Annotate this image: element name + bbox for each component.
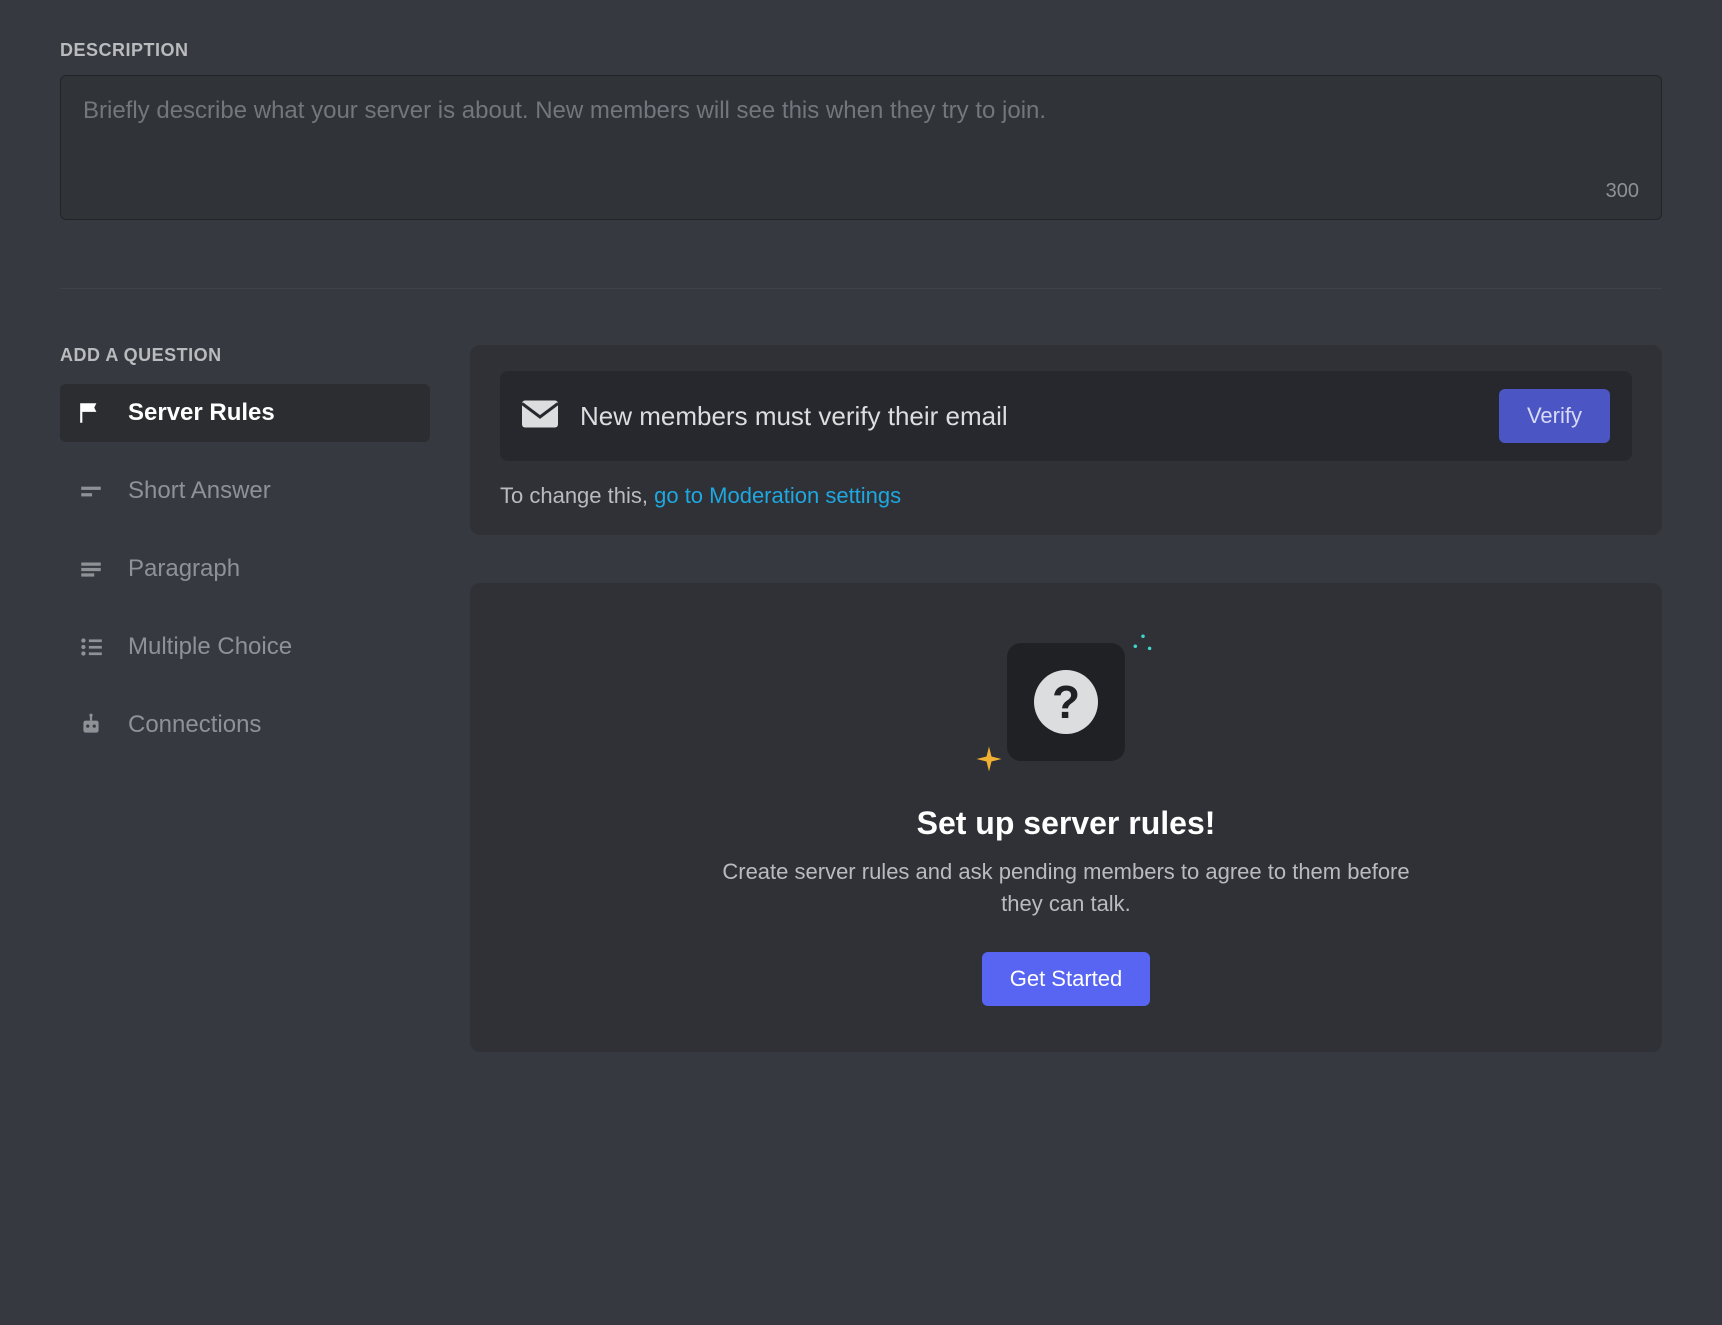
- rules-title: Set up server rules!: [510, 805, 1622, 842]
- description-box: 300: [60, 75, 1662, 220]
- question-type-label: Short Answer: [128, 477, 271, 505]
- mail-icon: [522, 400, 558, 433]
- question-type-label: Connections: [128, 711, 261, 739]
- verify-button[interactable]: Verify: [1499, 389, 1610, 443]
- question-type-connections[interactable]: Connections: [60, 696, 430, 754]
- server-rules-card: ? Set up server rules! Create server rul…: [470, 583, 1662, 1052]
- question-mark-icon: ?: [1007, 643, 1125, 761]
- description-label: Description: [60, 40, 1662, 61]
- paragraph-icon: [76, 554, 106, 584]
- robot-icon: [76, 710, 106, 740]
- description-input[interactable]: [83, 94, 1639, 164]
- question-type-paragraph[interactable]: Paragraph: [60, 540, 430, 598]
- verify-email-card: New members must verify their email Veri…: [470, 345, 1662, 535]
- question-type-label: Multiple Choice: [128, 633, 292, 661]
- description-char-count: 300: [1606, 180, 1639, 203]
- short-text-icon: [76, 476, 106, 506]
- add-question-label: Add a Question: [60, 345, 430, 366]
- multiple-choice-icon: [76, 632, 106, 662]
- verify-hint-prefix: To change this,: [500, 483, 654, 508]
- verify-text: New members must verify their email: [580, 401, 1477, 432]
- question-type-multiple-choice[interactable]: Multiple Choice: [60, 618, 430, 676]
- question-type-short-answer[interactable]: Short Answer: [60, 462, 430, 520]
- flag-icon: [76, 398, 106, 428]
- sparkle-icon: [1132, 633, 1154, 660]
- get-started-button[interactable]: Get Started: [982, 952, 1151, 1006]
- rules-illustration: ?: [956, 633, 1176, 783]
- moderation-settings-link[interactable]: go to Moderation settings: [654, 483, 901, 508]
- star-icon: [974, 744, 1004, 779]
- verify-row: New members must verify their email Veri…: [500, 371, 1632, 461]
- section-divider: [60, 288, 1662, 289]
- verify-hint: To change this, go to Moderation setting…: [500, 483, 1632, 509]
- question-type-label: Server Rules: [128, 399, 275, 427]
- question-type-label: Paragraph: [128, 555, 240, 583]
- rules-subtitle: Create server rules and ask pending memb…: [706, 856, 1426, 920]
- question-type-server-rules[interactable]: Server Rules: [60, 384, 430, 442]
